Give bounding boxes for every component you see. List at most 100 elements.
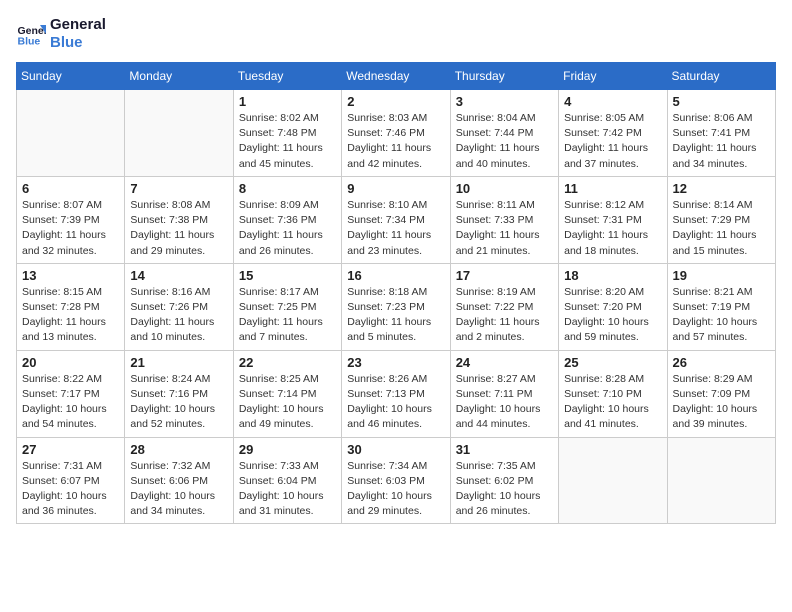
week-row-5: 27 Sunrise: 7:31 AMSunset: 6:07 PMDayligh… xyxy=(17,437,776,524)
svg-text:Blue: Blue xyxy=(18,36,41,48)
calendar-cell: 6Sunrise: 8:07 AMSunset: 7:39 PMDaylight… xyxy=(17,176,125,263)
week-row-2: 6Sunrise: 8:07 AMSunset: 7:39 PMDaylight… xyxy=(17,176,776,263)
day-info: Sunrise: 7:32 AMSunset: 6:06 PMDaylight:… xyxy=(130,459,227,520)
calendar-cell: 9 Sunrise: 8:10 AMSunset: 7:34 PMDaylight… xyxy=(342,176,450,263)
day-info: Sunrise: 8:02 AMSunset: 7:48 PMDaylight:… xyxy=(239,111,336,172)
calendar-cell: 20 Sunrise: 8:22 AMSunset: 7:17 PMDayligh… xyxy=(17,350,125,437)
day-info: Sunrise: 8:03 AMSunset: 7:46 PMDaylight:… xyxy=(347,111,444,172)
day-info: Sunrise: 8:27 AMSunset: 7:11 PMDaylight:… xyxy=(456,372,553,433)
day-number: 30 xyxy=(347,442,444,457)
day-number: 8 xyxy=(239,181,336,196)
day-number: 11 xyxy=(564,181,661,196)
day-number: 9 xyxy=(347,181,444,196)
day-number: 7 xyxy=(130,181,227,196)
day-info: Sunrise: 8:19 AMSunset: 7:22 PMDaylight:… xyxy=(456,285,553,346)
day-number: 25 xyxy=(564,355,661,370)
calendar-cell xyxy=(559,437,667,524)
calendar-cell: 2 Sunrise: 8:03 AMSunset: 7:46 PMDaylight… xyxy=(342,90,450,177)
day-info: Sunrise: 8:17 AMSunset: 7:25 PMDaylight:… xyxy=(239,285,336,346)
weekday-header-wednesday: Wednesday xyxy=(342,63,450,90)
calendar-cell: 5 Sunrise: 8:06 AMSunset: 7:41 PMDaylight… xyxy=(667,90,775,177)
day-number: 14 xyxy=(130,268,227,283)
weekday-header-sunday: Sunday xyxy=(17,63,125,90)
day-number: 19 xyxy=(673,268,770,283)
day-number: 31 xyxy=(456,442,553,457)
day-info: Sunrise: 8:08 AMSunset: 7:38 PMDaylight:… xyxy=(130,198,227,259)
weekday-header-monday: Monday xyxy=(125,63,233,90)
day-number: 16 xyxy=(347,268,444,283)
logo-icon: General Blue xyxy=(16,19,46,49)
day-number: 24 xyxy=(456,355,553,370)
calendar-cell: 3Sunrise: 8:04 AMSunset: 7:44 PMDaylight… xyxy=(450,90,558,177)
week-row-4: 20 Sunrise: 8:22 AMSunset: 7:17 PMDayligh… xyxy=(17,350,776,437)
day-info: Sunrise: 8:29 AMSunset: 7:09 PMDaylight:… xyxy=(673,372,770,433)
weekday-header-tuesday: Tuesday xyxy=(233,63,341,90)
calendar-cell: 14 Sunrise: 8:16 AMSunset: 7:26 PMDayligh… xyxy=(125,263,233,350)
calendar-cell: 24 Sunrise: 8:27 AMSunset: 7:11 PMDayligh… xyxy=(450,350,558,437)
page-header: General Blue GeneralBlue xyxy=(16,16,776,52)
day-info: Sunrise: 7:35 AMSunset: 6:02 PMDaylight:… xyxy=(456,459,553,520)
day-info: Sunrise: 8:05 AMSunset: 7:42 PMDaylight:… xyxy=(564,111,661,172)
day-number: 12 xyxy=(673,181,770,196)
calendar-table: SundayMondayTuesdayWednesdayThursdayFrid… xyxy=(16,62,776,524)
calendar-cell: 22 Sunrise: 8:25 AMSunset: 7:14 PMDayligh… xyxy=(233,350,341,437)
day-number: 28 xyxy=(130,442,227,457)
day-info: Sunrise: 8:16 AMSunset: 7:26 PMDaylight:… xyxy=(130,285,227,346)
day-number: 18 xyxy=(564,268,661,283)
day-info: Sunrise: 8:10 AMSunset: 7:34 PMDaylight:… xyxy=(347,198,444,259)
logo: General Blue GeneralBlue xyxy=(16,16,106,52)
calendar-cell: 18Sunrise: 8:20 AMSunset: 7:20 PMDayligh… xyxy=(559,263,667,350)
day-info: Sunrise: 7:31 AMSunset: 6:07 PMDaylight:… xyxy=(22,459,119,520)
calendar-cell xyxy=(125,90,233,177)
week-row-3: 13Sunrise: 8:15 AMSunset: 7:28 PMDayligh… xyxy=(17,263,776,350)
day-number: 23 xyxy=(347,355,444,370)
logo-text: GeneralBlue xyxy=(50,16,106,52)
day-info: Sunrise: 8:06 AMSunset: 7:41 PMDaylight:… xyxy=(673,111,770,172)
day-info: Sunrise: 7:33 AMSunset: 6:04 PMDaylight:… xyxy=(239,459,336,520)
day-info: Sunrise: 8:15 AMSunset: 7:28 PMDaylight:… xyxy=(22,285,119,346)
day-number: 17 xyxy=(456,268,553,283)
calendar-cell: 21 Sunrise: 8:24 AMSunset: 7:16 PMDayligh… xyxy=(125,350,233,437)
day-info: Sunrise: 8:28 AMSunset: 7:10 PMDaylight:… xyxy=(564,372,661,433)
day-info: Sunrise: 8:21 AMSunset: 7:19 PMDaylight:… xyxy=(673,285,770,346)
day-info: Sunrise: 8:14 AMSunset: 7:29 PMDaylight:… xyxy=(673,198,770,259)
calendar-cell: 1Sunrise: 8:02 AMSunset: 7:48 PMDaylight… xyxy=(233,90,341,177)
weekday-header-saturday: Saturday xyxy=(667,63,775,90)
weekday-header-row: SundayMondayTuesdayWednesdayThursdayFrid… xyxy=(17,63,776,90)
calendar-cell: 17 Sunrise: 8:19 AMSunset: 7:22 PMDayligh… xyxy=(450,263,558,350)
weekday-header-friday: Friday xyxy=(559,63,667,90)
day-info: Sunrise: 8:24 AMSunset: 7:16 PMDaylight:… xyxy=(130,372,227,433)
calendar-cell: 16Sunrise: 8:18 AMSunset: 7:23 PMDayligh… xyxy=(342,263,450,350)
day-number: 6 xyxy=(22,181,119,196)
day-number: 2 xyxy=(347,94,444,109)
day-number: 27 xyxy=(22,442,119,457)
calendar-cell: 4Sunrise: 8:05 AMSunset: 7:42 PMDaylight… xyxy=(559,90,667,177)
day-number: 15 xyxy=(239,268,336,283)
week-row-1: 1Sunrise: 8:02 AMSunset: 7:48 PMDaylight… xyxy=(17,90,776,177)
day-info: Sunrise: 8:12 AMSunset: 7:31 PMDaylight:… xyxy=(564,198,661,259)
calendar-cell: 7 Sunrise: 8:08 AMSunset: 7:38 PMDaylight… xyxy=(125,176,233,263)
day-number: 5 xyxy=(673,94,770,109)
day-info: Sunrise: 8:09 AMSunset: 7:36 PMDaylight:… xyxy=(239,198,336,259)
calendar-cell: 28 Sunrise: 7:32 AMSunset: 6:06 PMDayligh… xyxy=(125,437,233,524)
calendar-cell xyxy=(17,90,125,177)
calendar-cell: 13Sunrise: 8:15 AMSunset: 7:28 PMDayligh… xyxy=(17,263,125,350)
calendar-cell: 29Sunrise: 7:33 AMSunset: 6:04 PMDayligh… xyxy=(233,437,341,524)
calendar-cell: 30 Sunrise: 7:34 AMSunset: 6:03 PMDayligh… xyxy=(342,437,450,524)
day-number: 10 xyxy=(456,181,553,196)
day-number: 26 xyxy=(673,355,770,370)
day-info: Sunrise: 7:34 AMSunset: 6:03 PMDaylight:… xyxy=(347,459,444,520)
day-number: 22 xyxy=(239,355,336,370)
calendar-cell xyxy=(667,437,775,524)
calendar-cell: 26 Sunrise: 8:29 AMSunset: 7:09 PMDayligh… xyxy=(667,350,775,437)
calendar-cell: 8 Sunrise: 8:09 AMSunset: 7:36 PMDaylight… xyxy=(233,176,341,263)
day-number: 20 xyxy=(22,355,119,370)
day-number: 21 xyxy=(130,355,227,370)
calendar-cell: 19 Sunrise: 8:21 AMSunset: 7:19 PMDayligh… xyxy=(667,263,775,350)
day-info: Sunrise: 8:25 AMSunset: 7:14 PMDaylight:… xyxy=(239,372,336,433)
calendar-cell: 25 Sunrise: 8:28 AMSunset: 7:10 PMDayligh… xyxy=(559,350,667,437)
calendar-cell: 10Sunrise: 8:11 AMSunset: 7:33 PMDayligh… xyxy=(450,176,558,263)
day-info: Sunrise: 8:22 AMSunset: 7:17 PMDaylight:… xyxy=(22,372,119,433)
day-info: Sunrise: 8:04 AMSunset: 7:44 PMDaylight:… xyxy=(456,111,553,172)
calendar-cell: 15 Sunrise: 8:17 AMSunset: 7:25 PMDayligh… xyxy=(233,263,341,350)
